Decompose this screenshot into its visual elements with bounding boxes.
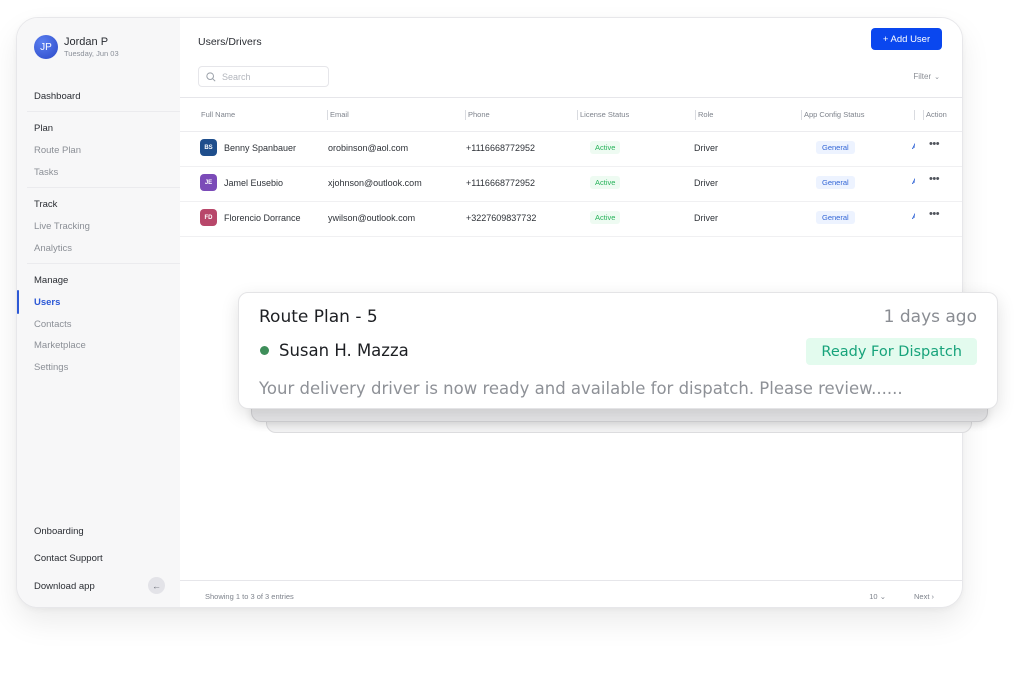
page-title: Users/Drivers: [198, 36, 262, 48]
column-header-full-name[interactable]: Full Name: [201, 110, 235, 119]
cell-phone: +1116668772952: [466, 143, 535, 153]
page-size-value: 10: [869, 592, 878, 601]
truncated-cell[interactable]: A: [912, 177, 915, 186]
notification-message: Your delivery driver is now ready and av…: [259, 379, 903, 398]
sidebar-item-onboarding[interactable]: Onboarding: [34, 526, 84, 537]
cell-phone: +1116668772952: [466, 178, 535, 188]
column-header-app-config-status[interactable]: App Config Status: [800, 110, 864, 120]
sidebar-item-users[interactable]: Users: [34, 297, 60, 308]
notification-title: Route Plan - 5: [259, 307, 378, 327]
more-actions-button[interactable]: •••: [929, 173, 940, 185]
cell-full-name: Florencio Dorrance: [224, 213, 301, 223]
user-avatar: FD: [200, 209, 217, 226]
sidebar-item-route-plan[interactable]: Route Plan: [34, 145, 81, 156]
license-status-badge: Active: [590, 211, 621, 224]
dispatch-status-badge: Ready For Dispatch: [806, 338, 977, 365]
table-row[interactable]: BS Benny Spanbauer orobinson@aol.com +11…: [180, 132, 962, 167]
online-status-dot-icon: [260, 346, 269, 355]
search-icon: [206, 71, 216, 82]
next-page-button[interactable]: Next ›: [914, 592, 934, 601]
more-horizontal-icon: •••: [929, 138, 940, 150]
column-header-phone[interactable]: Phone: [465, 110, 490, 120]
truncated-cell[interactable]: A: [912, 142, 915, 151]
sidebar-section-plan: Plan: [34, 123, 54, 134]
table-header: Full Name Email Phone License Status Rol…: [180, 98, 962, 132]
avatar: JP: [34, 35, 58, 59]
profile-name: Jordan P: [64, 35, 109, 48]
sidebar-item-marketplace[interactable]: Marketplace: [34, 340, 86, 351]
sidebar-item-download-app[interactable]: Download app: [34, 581, 95, 592]
cell-full-name: Jamel Eusebio: [224, 178, 284, 188]
divider: [27, 187, 180, 188]
sidebar-item-tasks[interactable]: Tasks: [34, 167, 58, 178]
active-indicator: [17, 290, 19, 314]
table-row[interactable]: JE Jamel Eusebio xjohnson@outlook.com +1…: [180, 167, 962, 202]
chevron-right-icon: ›: [931, 592, 935, 601]
cell-email: ywilson@outlook.com: [328, 213, 416, 223]
license-status-badge: Active: [590, 176, 621, 189]
sidebar-item-live-tracking[interactable]: Live Tracking: [34, 221, 90, 232]
entries-summary: Showing 1 to 3 of 3 entries: [205, 592, 294, 601]
sidebar-item-contact-support[interactable]: Contact Support: [34, 553, 103, 564]
column-header-email[interactable]: Email: [327, 110, 349, 120]
cell-email: orobinson@aol.com: [328, 143, 409, 153]
more-horizontal-icon: •••: [929, 173, 940, 185]
page-size-select[interactable]: 10 ⌄: [869, 592, 886, 601]
column-header-action: Action: [923, 110, 947, 120]
filter-label: Filter: [913, 72, 932, 81]
next-label: Next: [913, 592, 930, 601]
app-config-status-badge: General: [816, 141, 855, 154]
sidebar-item-analytics[interactable]: Analytics: [34, 243, 72, 254]
license-status-badge: Active: [590, 141, 621, 154]
sidebar-item-dashboard[interactable]: Dashboard: [34, 91, 80, 102]
users-table: Full Name Email Phone License Status Rol…: [180, 98, 962, 237]
truncated-cell[interactable]: A: [912, 212, 915, 221]
app-config-status-badge: General: [816, 211, 855, 224]
chevron-down-icon: ⌄: [879, 592, 886, 601]
profile-date: Tuesday, Jun 03: [64, 48, 119, 58]
more-actions-button[interactable]: •••: [929, 208, 940, 220]
sidebar-item-contacts[interactable]: Contacts: [34, 319, 72, 330]
notification-time: 1 days ago: [883, 307, 977, 327]
search-field[interactable]: [198, 66, 329, 87]
cell-full-name: Benny Spanbauer: [224, 143, 297, 153]
cell-role: Driver: [694, 213, 718, 223]
search-input[interactable]: [222, 71, 322, 82]
column-header-license-status[interactable]: License Status: [576, 110, 629, 120]
user-profile[interactable]: JP Jordan P Tuesday, Jun 03: [34, 35, 119, 59]
filter-button[interactable]: Filter ⌄: [913, 72, 940, 81]
divider: [27, 111, 180, 112]
user-avatar: BS: [200, 139, 217, 156]
add-user-button[interactable]: + Add User: [871, 28, 942, 50]
notification-card[interactable]: Route Plan - 5 1 days ago Susan H. Mazza…: [238, 292, 998, 409]
sidebar-section-track: Track: [34, 199, 58, 210]
sidebar-item-settings[interactable]: Settings: [34, 362, 68, 373]
cell-email: xjohnson@outlook.com: [328, 178, 422, 188]
notification-driver-name: Susan H. Mazza: [279, 341, 409, 360]
divider: [27, 263, 180, 264]
more-actions-button[interactable]: •••: [929, 138, 940, 150]
column-header-role[interactable]: Role: [694, 110, 713, 120]
cell-role: Driver: [694, 143, 718, 153]
user-avatar: JE: [200, 174, 217, 191]
arrow-left-icon: ←: [152, 580, 161, 591]
sidebar: JP Jordan P Tuesday, Jun 03 Dashboard Pl…: [17, 18, 180, 607]
collapse-sidebar-button[interactable]: ←: [148, 577, 165, 594]
more-horizontal-icon: •••: [929, 208, 940, 220]
cell-phone: +3227609837732: [466, 213, 537, 223]
table-row[interactable]: FD Florencio Dorrance ywilson@outlook.co…: [180, 202, 962, 237]
divider: [180, 580, 962, 581]
sidebar-section-manage: Manage: [34, 275, 69, 286]
app-config-status-badge: General: [816, 176, 855, 189]
chevron-down-icon: ⌄: [934, 73, 940, 81]
cell-role: Driver: [694, 178, 718, 188]
